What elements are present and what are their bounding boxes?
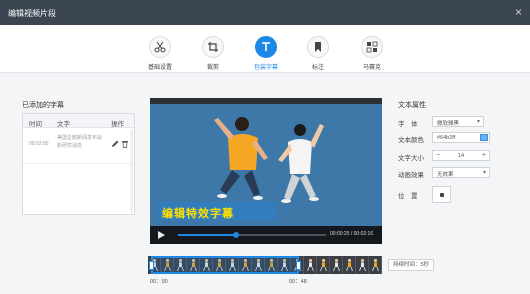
bookmark-icon: [307, 36, 329, 58]
progress-handle[interactable]: [232, 232, 239, 238]
position-label: 位 置: [398, 193, 418, 200]
pencil-icon[interactable]: [111, 140, 119, 148]
crop-icon: [202, 36, 224, 58]
position-picker[interactable]: [432, 186, 451, 203]
timeline-frame: [343, 256, 356, 274]
effect-row: 动画效果 无效果 ▾: [398, 167, 498, 179]
animation-effect-select[interactable]: 无效果 ▾: [432, 167, 490, 178]
video-preview: 编辑特效字幕 00:00:25 / 00:02:16: [150, 98, 382, 244]
player-controls: 00:00:25 / 00:02:16: [150, 226, 382, 244]
position-row: 位 置: [398, 186, 498, 203]
font-select[interactable]: 微软雅黑 ▾: [432, 116, 484, 127]
table-row[interactable]: 00:52:00 美国企鹅新闻发布会新研究消息: [23, 128, 134, 164]
font-size-stepper[interactable]: − 14 +: [432, 150, 490, 161]
toolbar: 基础设置 裁剪 包装字幕 标注 马赛克: [0, 25, 530, 73]
timeline-frame: [369, 256, 382, 274]
increase-size-button[interactable]: +: [482, 152, 486, 159]
scissors-icon: [149, 36, 171, 58]
chevron-down-icon: ▾: [482, 170, 486, 176]
tool-label: 裁剪: [206, 65, 219, 71]
play-icon[interactable]: [156, 230, 166, 240]
color-row: 文本颜色 #64b2ff: [398, 132, 498, 144]
position-dot: [440, 193, 444, 197]
selection-end-handle[interactable]: [296, 261, 301, 270]
tool-label: 标注: [311, 65, 324, 71]
duration-badge: 持续时间：5秒: [388, 259, 434, 271]
table-header: 时间 文字 操作: [23, 114, 134, 128]
subtitle-panel-title: 已添加的字幕: [22, 102, 64, 109]
timeline-frame: [356, 256, 369, 274]
tool-basic-settings[interactable]: 基础设置: [140, 36, 180, 71]
tool-subtitles[interactable]: 包装字幕: [246, 36, 286, 71]
timeline-frame: [330, 256, 343, 274]
font-size-value[interactable]: 14: [458, 153, 464, 159]
column-header-action: 操作: [111, 121, 124, 128]
effect-select-value: 无效果: [437, 172, 454, 178]
color-input-value: #64b2ff: [437, 135, 456, 141]
video-caption-text[interactable]: 编辑特效字幕: [162, 205, 234, 221]
trash-icon[interactable]: [121, 140, 129, 148]
timeline-frame: [304, 256, 317, 274]
tool-label: 基础设置: [147, 65, 172, 71]
row-text: 美国企鹅新闻发布会新研究消息: [57, 135, 103, 149]
timeline-end-label: 00：48: [289, 279, 307, 285]
size-label: 文字大小: [398, 155, 424, 162]
progress-bar[interactable]: [178, 232, 326, 238]
size-row: 文字大小 − 14 +: [398, 150, 498, 162]
timecode: 00:00:25 / 00:02:16: [330, 231, 374, 237]
close-icon[interactable]: ×: [515, 5, 522, 19]
text-icon: [255, 36, 277, 58]
color-input[interactable]: #64b2ff: [432, 132, 490, 143]
tool-label: 马赛克: [362, 65, 381, 71]
selection-start-handle[interactable]: [149, 261, 154, 270]
subtitle-table: 时间 文字 操作 00:52:00 美国企鹅新闻发布会新研究消息: [22, 113, 135, 215]
timeline-start-label: 00：00: [150, 279, 168, 285]
font-row: 字 体 微软雅黑 ▾: [398, 116, 498, 128]
color-label: 文本颜色: [398, 137, 424, 144]
window-title: 编辑视频片段: [8, 9, 56, 18]
mosaic-icon: [361, 36, 383, 58]
progress-fill: [178, 234, 236, 236]
font-label: 字 体: [398, 121, 418, 128]
tool-annotation[interactable]: 标注: [298, 36, 338, 71]
chevron-down-icon: ▾: [476, 119, 480, 125]
timeline-frame: [317, 256, 330, 274]
timeline-selection[interactable]: [149, 256, 301, 274]
decrease-size-button[interactable]: −: [436, 152, 440, 159]
color-swatch[interactable]: [480, 134, 488, 141]
row-time: 00:52:00: [29, 141, 49, 147]
effect-label: 动画效果: [398, 172, 424, 179]
scrollbar[interactable]: [130, 129, 133, 213]
tool-crop[interactable]: 裁剪: [193, 36, 233, 71]
tool-label: 包装字幕: [253, 65, 278, 71]
tool-mosaic[interactable]: 马赛克: [352, 36, 392, 71]
column-header-text: 文字: [57, 121, 70, 128]
column-header-time: 时间: [29, 121, 42, 128]
text-props-title: 文本属性: [398, 102, 426, 109]
font-select-value: 微软雅黑: [437, 121, 460, 127]
title-bar: 编辑视频片段 ×: [0, 0, 530, 25]
